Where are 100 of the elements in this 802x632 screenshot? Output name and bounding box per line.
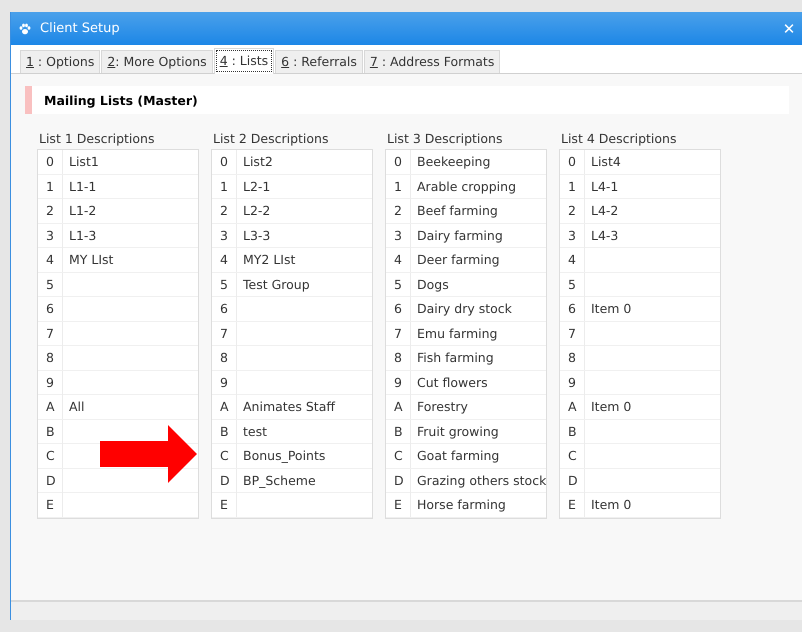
tab[interactable]: 2: More Options (101, 50, 213, 73)
list-item[interactable]: Dogs (417, 276, 449, 292)
list-key: E (38, 493, 63, 517)
window-title: Client Setup (40, 21, 121, 36)
list-heading: List 1 Descriptions (38, 130, 156, 148)
list-item[interactable]: Grazing others stock (417, 472, 546, 488)
list-key: D (212, 468, 237, 492)
list-item[interactable]: Dairy dry stock (417, 301, 512, 316)
tab[interactable]: 6 : Referrals (275, 50, 363, 73)
list-item[interactable]: BP_Scheme (243, 472, 316, 488)
list-heading: List 3 Descriptions (386, 130, 504, 148)
list-key: 6 (212, 297, 237, 321)
list-key: 4 (560, 248, 585, 272)
list-item[interactable]: L1-2 (69, 203, 96, 218)
list-heading: List 4 Descriptions (560, 130, 678, 148)
list-item[interactable]: Item 0 (591, 497, 632, 512)
list-key: C (560, 444, 585, 468)
list-item[interactable]: List2 (243, 154, 273, 169)
list-key: 7 (38, 322, 63, 346)
list-key: B (386, 420, 411, 444)
list-key: 7 (560, 322, 585, 346)
tab[interactable]: 7 : Address Formats (364, 50, 500, 73)
list-key: 0 (212, 150, 237, 174)
list-key: 5 (38, 272, 63, 296)
list-key: 9 (38, 370, 63, 394)
list-key: D (386, 468, 411, 492)
list-item[interactable]: L4-1 (591, 178, 618, 194)
list-key: 5 (386, 272, 411, 296)
list-key: 4 (386, 248, 411, 272)
list-key: D (560, 468, 585, 492)
list-heading: List 2 Descriptions (212, 130, 330, 148)
list-item[interactable]: List1 (69, 154, 99, 169)
list-item[interactable]: Fish farming (417, 350, 494, 365)
list-key: 0 (560, 150, 585, 174)
list-key: 8 (212, 346, 237, 370)
list-key: 1 (560, 174, 585, 198)
list-item[interactable]: All (69, 399, 84, 414)
list-item[interactable]: L1-3 (69, 228, 96, 242)
list-item[interactable]: test (243, 424, 268, 438)
list-key: 5 (212, 272, 237, 296)
list-item[interactable]: Fruit growing (417, 424, 499, 438)
list-item[interactable]: Bonus_Points (243, 448, 326, 463)
list-item[interactable]: L2-2 (243, 203, 270, 218)
list-key: 3 (212, 224, 237, 248)
list-key: C (386, 444, 411, 468)
list-key: D (38, 468, 63, 492)
list-key: 9 (386, 370, 411, 394)
list-item[interactable]: Dairy farming (417, 228, 503, 242)
list-key: 2 (38, 199, 63, 223)
list-item[interactable]: Horse farming (417, 497, 506, 512)
list-key: 3 (38, 224, 63, 248)
list-item[interactable]: L4-3 (591, 228, 618, 242)
list-key: A (386, 395, 411, 419)
list-key: 3 (386, 224, 411, 248)
list-item[interactable]: L4-2 (591, 203, 618, 218)
list-key: 6 (38, 297, 63, 321)
list-item[interactable]: L1-1 (69, 178, 96, 194)
list-item[interactable]: Emu farming (417, 326, 498, 340)
list-item[interactable]: MY2 LIst (243, 252, 296, 267)
list-item[interactable]: Cut flowers (417, 374, 488, 390)
list-key: 6 (386, 297, 411, 321)
list-key: E (212, 493, 237, 517)
list-item[interactable]: Item 0 (591, 301, 632, 316)
list-key: E (386, 493, 411, 517)
list-item[interactable]: L3-3 (243, 228, 270, 242)
list-item[interactable]: Item 0 (591, 399, 632, 414)
list-key: 8 (38, 346, 63, 370)
list-item[interactable]: Forestry (417, 399, 468, 414)
list-item[interactable]: MY LIst (69, 252, 114, 267)
list-item[interactable]: Deer farming (417, 252, 500, 267)
list-item[interactable]: Beekeeping (417, 154, 490, 169)
list-key: 1 (386, 174, 411, 198)
list-key: 1 (212, 174, 237, 198)
list-key: 3 (560, 224, 585, 248)
list-item[interactable]: List4 (591, 154, 621, 169)
list-key: 6 (560, 297, 585, 321)
tab[interactable]: 1 : Options (20, 50, 100, 73)
list-item[interactable]: Animates Staff (243, 399, 335, 414)
list-key: B (212, 420, 237, 444)
list-key: 5 (560, 272, 585, 296)
list-key: A (212, 395, 237, 419)
list-key: 7 (212, 322, 237, 346)
list-key: 2 (560, 199, 585, 223)
list-key: 9 (560, 370, 585, 394)
list-item[interactable]: Arable cropping (417, 178, 516, 194)
list-key: 4 (212, 248, 237, 272)
list-key: 4 (38, 248, 63, 272)
tab[interactable]: 4 : Lists (214, 48, 274, 74)
list-key: 8 (386, 346, 411, 370)
list-key: 1 (38, 174, 63, 198)
section-header: Mailing Lists (Master) (25, 86, 789, 114)
list-key: 9 (212, 370, 237, 394)
list-key: 2 (386, 199, 411, 223)
list-item[interactable]: Goat farming (417, 448, 500, 463)
list-key: A (38, 395, 63, 419)
list-key: C (38, 444, 63, 468)
list-item[interactable]: L2-1 (243, 178, 270, 194)
list-item[interactable]: Test Group (243, 276, 310, 292)
list-item[interactable]: Beef farming (417, 203, 498, 218)
list-key: B (560, 420, 585, 444)
